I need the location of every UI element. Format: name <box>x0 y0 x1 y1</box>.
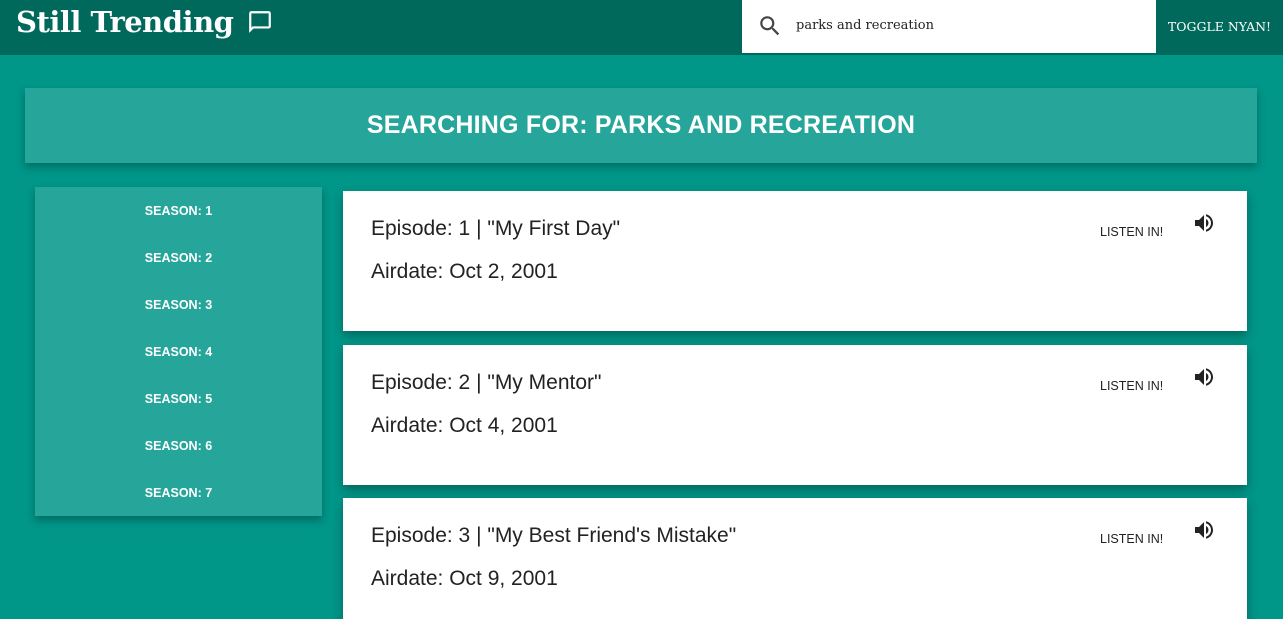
sidebar-item-season-2[interactable]: SEASON: 2 <box>35 246 322 270</box>
listen-in-button[interactable]: LISTEN IN! <box>1100 379 1163 393</box>
episode-card: Episode: 3 | "My Best Friend's Mistake" … <box>343 498 1247 619</box>
top-bar: Still Trending TOGGLE NYAN! <box>0 0 1283 55</box>
sidebar-item-season-1[interactable]: SEASON: 1 <box>35 199 322 223</box>
sidebar-item-season-7[interactable]: SEASON: 7 <box>35 481 322 505</box>
search-input[interactable] <box>796 10 1146 40</box>
search-banner: SEARCHING FOR: PARKS AND RECREATION <box>25 88 1257 163</box>
episode-title: Episode: 3 | "My Best Friend's Mistake" <box>371 524 737 547</box>
episode-airdate: Airdate: Oct 4, 2001 <box>371 414 558 437</box>
volume-icon[interactable] <box>1192 518 1216 542</box>
sidebar-item-season-5[interactable]: SEASON: 5 <box>35 387 322 411</box>
app-title[interactable]: Still Trending <box>16 5 234 39</box>
episode-card: Episode: 2 | "My Mentor" Airdate: Oct 4,… <box>343 345 1247 485</box>
episode-airdate: Airdate: Oct 9, 2001 <box>371 567 558 590</box>
episode-airdate: Airdate: Oct 2, 2001 <box>371 260 558 283</box>
sidebar-item-season-4[interactable]: SEASON: 4 <box>35 340 322 364</box>
listen-in-button[interactable]: LISTEN IN! <box>1100 225 1163 239</box>
chat-bubble-icon <box>247 9 273 35</box>
search-icon <box>757 13 783 39</box>
volume-icon[interactable] <box>1192 365 1216 389</box>
sidebar-item-season-3[interactable]: SEASON: 3 <box>35 293 322 317</box>
sidebar-item-season-6[interactable]: SEASON: 6 <box>35 434 322 458</box>
toggle-nyan-button[interactable]: TOGGLE NYAN! <box>1156 0 1283 53</box>
episode-title: Episode: 1 | "My First Day" <box>371 217 621 240</box>
season-sidebar: SEASON: 1 SEASON: 2 SEASON: 3 SEASON: 4 … <box>35 187 322 516</box>
episode-title: Episode: 2 | "My Mentor" <box>371 371 602 394</box>
brand[interactable]: Still Trending <box>16 5 273 39</box>
volume-icon[interactable] <box>1192 211 1216 235</box>
listen-in-button[interactable]: LISTEN IN! <box>1100 532 1163 546</box>
episode-card: Episode: 1 | "My First Day" Airdate: Oct… <box>343 191 1247 331</box>
searching-for-heading: SEARCHING FOR: PARKS AND RECREATION <box>366 111 916 139</box>
search-box <box>742 0 1156 53</box>
